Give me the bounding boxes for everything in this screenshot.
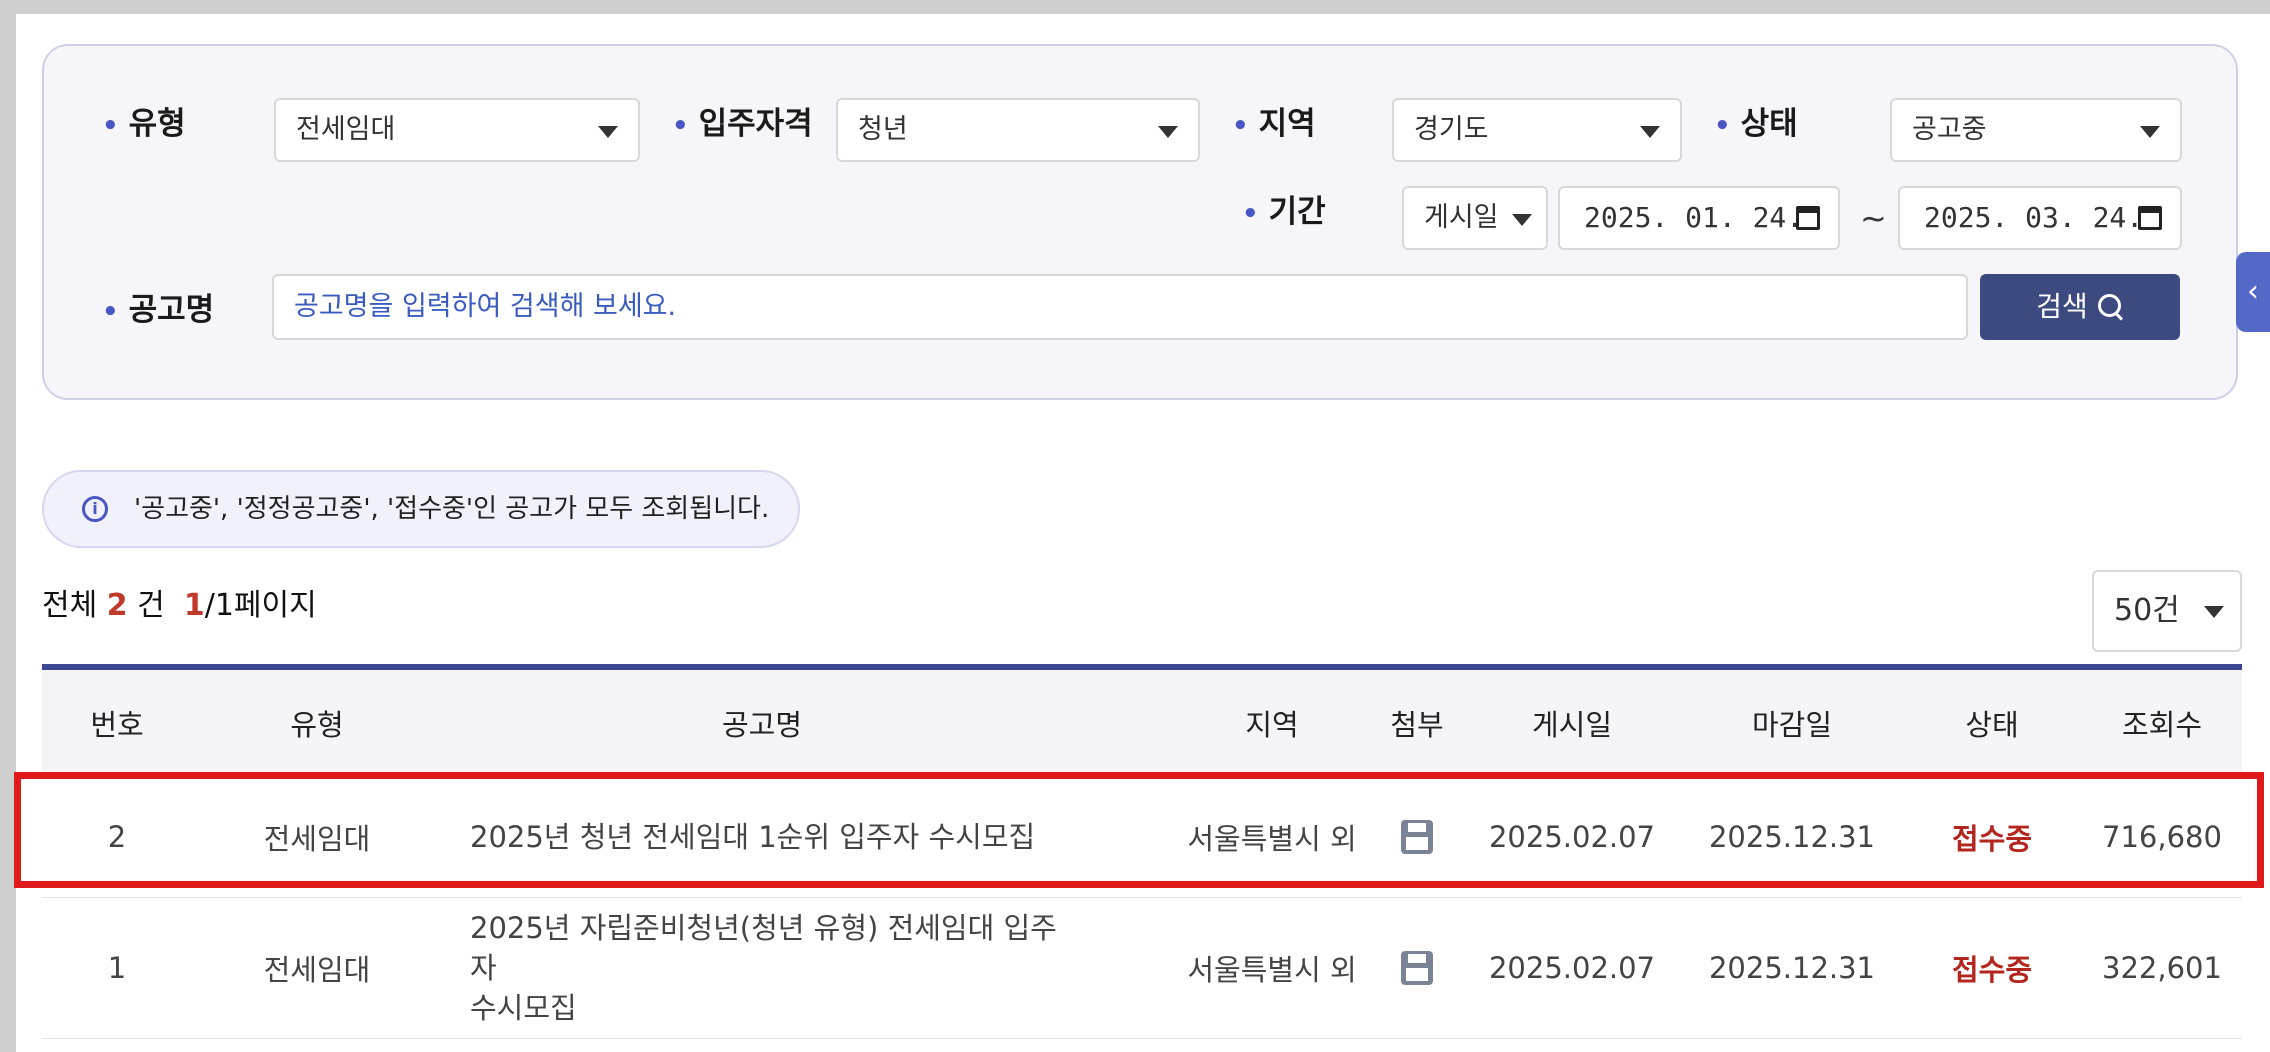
eligibility-select[interactable]: 청년	[836, 98, 1200, 162]
row-attachment[interactable]	[1372, 898, 1462, 1038]
chevron-down-icon	[1512, 214, 1532, 226]
calendar-icon[interactable]	[1796, 206, 1820, 230]
notice-name-search-input[interactable]: 공고명을 입력하여 검색해 보세요.	[272, 274, 1968, 340]
row-no: 2	[107, 820, 127, 854]
header-deadline: 마감일	[1751, 708, 1833, 742]
search-placeholder: 공고명을 입력하여 검색해 보세요.	[294, 291, 677, 322]
header-region: 지역	[1245, 708, 1299, 742]
table-header: 번호 유형 공고명 지역 첨부 게시일 마감일 상태 조회수	[42, 670, 2242, 777]
chevron-down-icon	[2204, 606, 2224, 618]
floppy-disk-icon[interactable]	[1401, 820, 1433, 854]
row-title-link[interactable]: 2025년 자립준비청년(청년 유형) 전세임대 입주자 수시모집	[470, 898, 1082, 1038]
row-views: 716,680	[2102, 820, 2222, 854]
period-filter-label: • 기간	[1242, 194, 1326, 230]
row-no: 1	[107, 951, 127, 985]
page: • 유형 전세임대 • 입주자격 청년 • 지역 경기도 • 상태 공고중 • 기간 게시…	[16, 14, 2270, 1052]
type-filter-label: • 유형	[102, 106, 186, 142]
region-filter-label: • 지역	[1232, 106, 1316, 142]
row-status: 접수중	[1951, 822, 2033, 856]
table-row[interactable]: 1 전세임대 2025년 자립준비청년(청년 유형) 전세임대 입주자 수시모집…	[42, 898, 2242, 1039]
row-deadline: 2025.12.31	[1708, 951, 1876, 985]
notice-table: 번호 유형 공고명 지역 첨부 게시일 마감일 상태 조회수 2 전세임대 20…	[42, 664, 2242, 1039]
header-status: 상태	[1965, 708, 2019, 742]
row-region: 서울특별시 외	[1187, 822, 1357, 856]
header-posted: 게시일	[1531, 708, 1613, 742]
start-date-value: 2025. 01. 24.	[1584, 201, 1804, 234]
info-notice: i '공고중', '정정공고중', '접수중'인 공고가 모두 조회됩니다.	[42, 470, 800, 548]
page-total: /1페이지	[204, 588, 317, 623]
end-date-value: 2025. 03. 24.	[1924, 201, 2144, 234]
row-type: 전세임대	[263, 953, 371, 987]
header-attach: 첨부	[1390, 708, 1444, 742]
row-views: 322,601	[2102, 951, 2222, 985]
chevron-down-icon	[1640, 126, 1660, 138]
region-select-value: 경기도	[1414, 114, 1489, 145]
row-title-link[interactable]: 2025년 청년 전세임대 1순위 입주자 수시모집	[470, 777, 1082, 897]
row-title-line: 2025년 자립준비청년(청년 유형) 전세임대 입주자	[470, 911, 1057, 985]
status-select-value: 공고중	[1912, 114, 1987, 145]
header-title: 공고명	[721, 708, 803, 742]
date-range-separator: ~	[1860, 199, 1887, 237]
chevron-down-icon	[1158, 126, 1178, 138]
calendar-icon[interactable]	[2138, 206, 2162, 230]
row-attachment[interactable]	[1372, 777, 1462, 897]
eligibility-filter-label: • 입주자격	[672, 106, 813, 142]
row-posted: 2025.02.07	[1488, 951, 1656, 985]
header-type: 유형	[290, 708, 344, 742]
table-row[interactable]: 2 전세임대 2025년 청년 전세임대 1순위 입주자 수시모집 서울특별시 …	[42, 777, 2242, 898]
chevron-down-icon	[2140, 126, 2160, 138]
end-date-input[interactable]: 2025. 03. 24.	[1898, 186, 2182, 250]
search-button-label: 검색	[2036, 290, 2088, 323]
side-panel-toggle[interactable]: ‹	[2236, 252, 2270, 332]
info-icon: i	[82, 496, 108, 522]
region-select[interactable]: 경기도	[1392, 98, 1682, 162]
status-select[interactable]: 공고중	[1890, 98, 2182, 162]
filter-panel: • 유형 전세임대 • 입주자격 청년 • 지역 경기도 • 상태 공고중 • 기간 게시…	[42, 44, 2238, 400]
row-region: 서울특별시 외	[1187, 953, 1357, 987]
current-page: 1	[183, 588, 205, 623]
search-button[interactable]: 검색	[1980, 274, 2180, 340]
period-basis-select[interactable]: 게시일	[1402, 186, 1548, 250]
notice-name-label: • 공고명	[102, 292, 215, 328]
type-select[interactable]: 전세임대	[274, 98, 640, 162]
floppy-disk-icon[interactable]	[1401, 951, 1433, 985]
chevron-left-icon: ‹	[2247, 274, 2259, 309]
row-title-line: 수시모집	[470, 991, 577, 1025]
total-suffix: 건	[137, 588, 165, 623]
header-views: 조회수	[2121, 708, 2203, 742]
row-status: 접수중	[1951, 953, 2033, 987]
header-no: 번호	[90, 708, 144, 742]
status-filter-label: • 상태	[1714, 106, 1798, 142]
start-date-input[interactable]: 2025. 01. 24.	[1558, 186, 1840, 250]
search-icon	[2097, 294, 2124, 320]
eligibility-select-value: 청년	[858, 114, 908, 145]
period-basis-value: 게시일	[1424, 202, 1499, 233]
info-notice-text: '공고중', '정정공고중', '접수중'인 공고가 모두 조회됩니다.	[134, 494, 770, 524]
total-prefix: 전체	[42, 588, 98, 623]
row-posted: 2025.02.07	[1488, 820, 1656, 854]
type-select-value: 전세임대	[296, 114, 396, 145]
chevron-down-icon	[598, 126, 618, 138]
row-type: 전세임대	[263, 822, 371, 856]
row-deadline: 2025.12.31	[1708, 820, 1876, 854]
total-count: 2	[106, 588, 128, 623]
page-size-value: 50건	[2114, 593, 2180, 628]
page-size-select[interactable]: 50건	[2092, 570, 2242, 652]
result-summary: 전체 2 건 1/1페이지	[42, 586, 317, 626]
